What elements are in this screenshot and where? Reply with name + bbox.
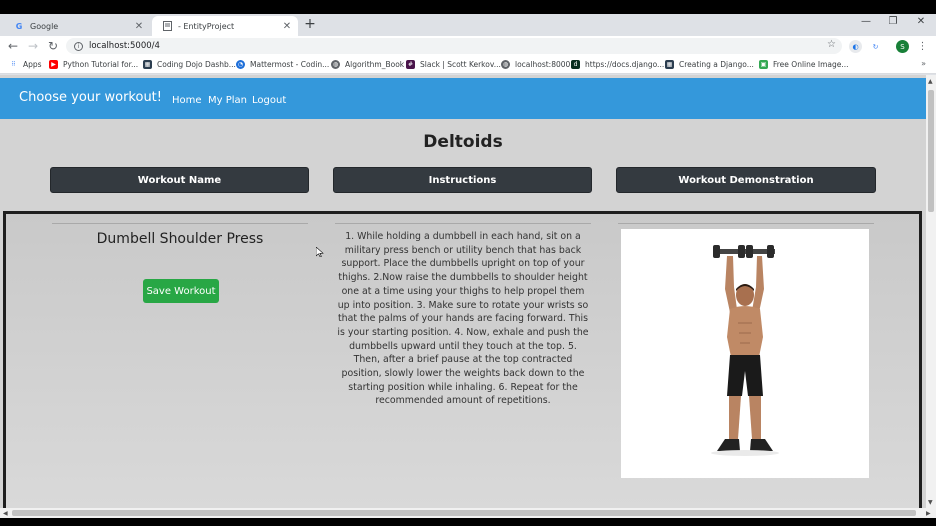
close-tab-icon[interactable]: ✕ — [132, 21, 146, 32]
django-icon: d — [571, 60, 580, 69]
bookmark-label: Mattermost - Codin... — [250, 60, 330, 69]
web-page: Choose your workout! Home My Plan Logout… — [0, 75, 926, 508]
nav-link-my-plan[interactable]: My Plan — [208, 95, 247, 106]
bookmark-label: https://docs.django... — [585, 60, 665, 69]
tab-google[interactable]: G Google ✕ — [4, 16, 150, 36]
bottom-frame — [0, 518, 936, 526]
bookmark-slack[interactable]: # Slack | Scott Kerkov... — [406, 60, 501, 69]
bookmark-label: Apps — [23, 60, 42, 69]
bookmark-mattermost[interactable]: ◔ Mattermost - Codin... — [236, 60, 329, 69]
forward-icon[interactable]: → — [26, 38, 40, 54]
bookmark-label: localhost:8000 — [515, 60, 571, 69]
slack-icon: # — [406, 60, 415, 69]
mattermost-icon: ◔ — [236, 60, 245, 69]
reload-icon[interactable]: ↻ — [46, 38, 60, 54]
scroll-down-icon[interactable]: ▼ — [928, 499, 933, 506]
vertical-scroll-thumb[interactable] — [928, 90, 934, 212]
url-text: localhost:5000/4 — [89, 41, 160, 51]
close-tab-icon[interactable]: ✕ — [280, 21, 294, 32]
youtube-icon: ▶ — [49, 60, 58, 69]
workout-demonstration-image — [621, 229, 869, 478]
divider — [335, 223, 591, 224]
nav-link-logout[interactable]: Logout — [252, 95, 286, 106]
globe-icon: ◍ — [501, 60, 510, 69]
workout-demonstration-header: Workout Demonstration — [616, 167, 876, 193]
bookmark-label: Slack | Scott Kerkov... — [420, 60, 501, 69]
info-icon[interactable]: i — [74, 41, 83, 51]
workout-name-header: Workout Name — [50, 167, 309, 193]
globe-icon: ◍ — [331, 60, 340, 69]
tab-title: Google — [30, 21, 59, 31]
vertical-scrollbar[interactable]: ▲ ▼ — [926, 75, 936, 508]
extension-icon[interactable]: ◐ — [849, 40, 862, 53]
horizontal-scroll-thumb[interactable] — [12, 510, 916, 516]
horizontal-scrollbar[interactable]: ◀ ▶ — [0, 508, 936, 518]
divider — [52, 223, 308, 224]
bookmark-coding-dojo[interactable]: ▦ Coding Dojo Dashb... — [143, 60, 236, 69]
bookmark-label: Coding Dojo Dashb... — [157, 60, 236, 69]
more-bookmarks-icon[interactable]: » — [921, 59, 926, 68]
top-frame — [0, 0, 936, 14]
navbar-brand[interactable]: Choose your workout! — [19, 90, 162, 105]
bookmark-label: Python Tutorial for... — [63, 60, 139, 69]
sync-icon[interactable]: ↻ — [869, 40, 882, 53]
back-icon[interactable]: ← — [6, 38, 20, 54]
exercise-instructions: 1. While holding a dumbbell in each hand… — [337, 231, 589, 407]
window-close-icon[interactable]: ✕ — [914, 16, 928, 27]
page-title: Deltoids — [423, 132, 503, 152]
profile-avatar[interactable]: S — [896, 40, 909, 53]
tab-title: - EntityProject — [178, 21, 235, 31]
dojo-icon: ▦ — [665, 60, 674, 69]
tab-strip: G Google ✕ - EntityProject ✕ — [0, 14, 936, 36]
nav-link-home[interactable]: Home — [172, 95, 202, 106]
bookmark-creating-django[interactable]: ▦ Creating a Django... — [665, 60, 754, 69]
bookmark-django-docs[interactable]: d https://docs.django... — [571, 60, 664, 69]
bookmark-apps[interactable]: ⠿ Apps — [9, 60, 42, 69]
scroll-up-icon[interactable]: ▲ — [928, 78, 933, 85]
tab-entityproject[interactable]: - EntityProject ✕ — [152, 16, 298, 36]
bookmark-label: Creating a Django... — [679, 60, 754, 69]
man-overhead-dumbbell-press-image — [711, 245, 779, 456]
bookmark-label: Free Online Image... — [773, 60, 849, 69]
scroll-right-icon[interactable]: ▶ — [926, 510, 931, 517]
site-navbar: Choose your workout! Home My Plan Logout — [0, 78, 926, 119]
divider — [618, 223, 874, 224]
page-icon — [162, 21, 172, 31]
image-icon: ▣ — [759, 60, 768, 69]
new-tab-icon[interactable]: + — [303, 16, 317, 32]
bookmark-label: Algorithm_Book — [345, 60, 405, 69]
minimize-icon[interactable]: — — [859, 16, 873, 27]
menu-kebab-icon[interactable]: ⋮ — [916, 40, 929, 53]
scroll-left-icon[interactable]: ◀ — [3, 510, 8, 517]
bookmark-localhost[interactable]: ◍ localhost:8000 — [501, 60, 570, 69]
apps-icon: ⠿ — [11, 61, 16, 68]
address-bar[interactable]: i localhost:5000/4 ☆ — [66, 38, 842, 54]
instructions-header: Instructions — [333, 167, 592, 193]
browser-window: G Google ✕ - EntityProject ✕ + — ❐ ✕ ← →… — [0, 0, 936, 526]
bookmark-star-icon[interactable]: ☆ — [827, 39, 836, 50]
dojo-icon: ▦ — [143, 60, 152, 69]
bookmark-python-tutorial[interactable]: ▶ Python Tutorial for... — [49, 60, 138, 69]
maximize-icon[interactable]: ❐ — [886, 16, 900, 27]
bookmark-algorithm-book[interactable]: ◍ Algorithm_Book — [331, 60, 404, 69]
mouse-cursor-icon — [316, 247, 324, 257]
bookmark-free-online-image[interactable]: ▣ Free Online Image... — [759, 60, 849, 69]
exercise-name: Dumbell Shoulder Press — [96, 231, 264, 247]
bookmarks-bar: ⠿ Apps ▶ Python Tutorial for... ▦ Coding… — [0, 56, 936, 74]
google-icon: G — [15, 21, 23, 31]
save-workout-button[interactable]: Save Workout — [143, 279, 219, 303]
browser-toolbar: ← → ↻ i localhost:5000/4 ☆ — [0, 36, 936, 56]
